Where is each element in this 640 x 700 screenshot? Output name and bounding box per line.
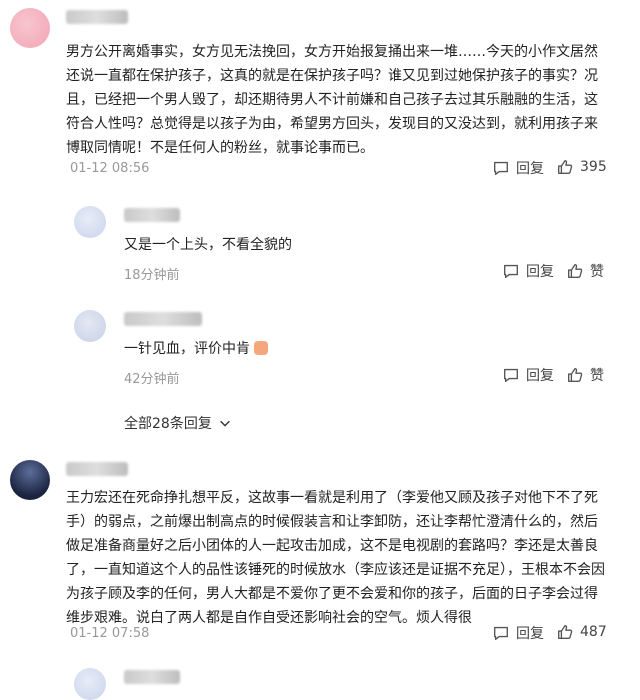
reply-button[interactable]: 回复 <box>502 261 554 281</box>
comment-icon <box>494 626 508 640</box>
reply-text: 一针见血，评价中肯 <box>124 338 268 358</box>
comment-icon <box>504 264 518 278</box>
like-label: 赞 <box>590 264 604 280</box>
thumbs-up-icon <box>558 625 573 639</box>
reply-button[interactable]: 回复 <box>492 158 544 178</box>
thumbs-up-icon <box>558 160 573 174</box>
like-count: 395 <box>580 159 607 175</box>
chevron-down-icon <box>219 420 230 427</box>
reply-button[interactable]: 回复 <box>502 365 554 385</box>
reply-label: 回复 <box>516 161 544 177</box>
like-button[interactable]: 赞 <box>566 261 604 281</box>
like-button[interactable]: 487 <box>556 623 607 641</box>
more-replies-link[interactable]: 全部28条回复 <box>124 413 232 433</box>
reply-label: 回复 <box>516 626 544 642</box>
avatar[interactable] <box>74 310 106 342</box>
comment-icon <box>504 368 518 382</box>
reply-text: 又是一个上头，不看全貌的 <box>124 237 292 253</box>
thumbs-up-icon <box>568 264 583 278</box>
username[interactable] <box>66 10 128 24</box>
like-button[interactable]: 395 <box>556 158 607 176</box>
clap-emoji-icon <box>254 341 268 355</box>
comment-text: 王力宏还在死命挣扎想平反，这故事一看就是利用了（李爱他又顾及孩子对他下不了死手）… <box>66 490 605 626</box>
username[interactable] <box>124 208 180 222</box>
reply-label: 回复 <box>526 264 554 280</box>
reply-label: 回复 <box>526 368 554 384</box>
username[interactable] <box>66 462 128 476</box>
username[interactable] <box>124 670 180 684</box>
reply-time: 42分钟前 <box>124 372 180 387</box>
thumbs-up-icon <box>568 368 583 382</box>
like-count: 487 <box>580 624 607 640</box>
like-label: 赞 <box>590 368 604 384</box>
comment-text: 男方公开离婚事实，女方见无法挽回，女方开始报复捅出来一堆……今天的小作文居然还说… <box>66 44 598 156</box>
avatar[interactable] <box>74 668 106 700</box>
reply-button[interactable]: 回复 <box>492 623 544 643</box>
avatar[interactable] <box>74 206 106 238</box>
like-button[interactable]: 赞 <box>566 365 604 385</box>
username[interactable] <box>124 312 202 326</box>
comment-time: 01-12 08:56 <box>70 161 150 176</box>
avatar[interactable] <box>10 460 50 500</box>
comment-icon <box>494 161 508 175</box>
reply-time: 18分钟前 <box>124 268 180 283</box>
avatar[interactable] <box>10 8 50 48</box>
comment-time: 01-12 07:58 <box>70 626 150 641</box>
more-replies-label: 全部28条回复 <box>124 416 212 432</box>
